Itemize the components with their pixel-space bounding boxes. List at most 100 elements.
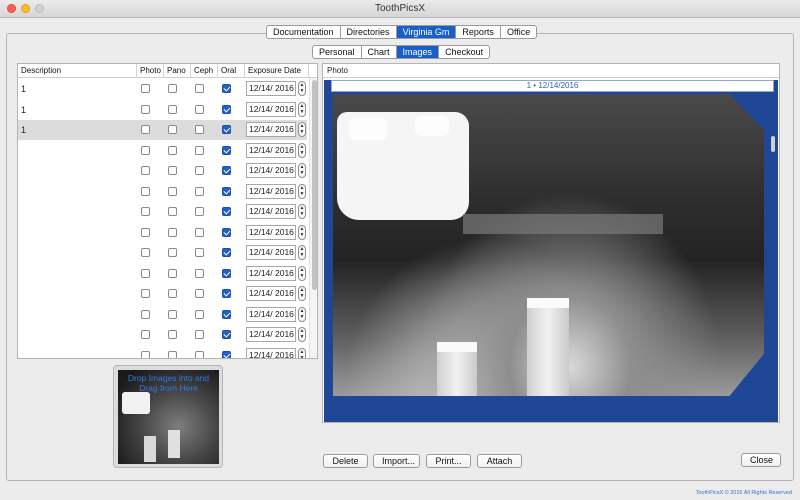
tab-documentation[interactable]: Documentation bbox=[267, 26, 341, 38]
pano-checkbox[interactable] bbox=[168, 268, 177, 278]
pano-checkbox[interactable] bbox=[168, 145, 177, 155]
pano-checkbox[interactable] bbox=[168, 350, 177, 358]
exposure-date-field[interactable]: 12/14/ 2016 bbox=[246, 163, 296, 178]
photo-checkbox[interactable] bbox=[141, 166, 150, 175]
photo-checkbox[interactable] bbox=[141, 248, 150, 257]
ceph-checkbox[interactable] bbox=[195, 186, 204, 196]
column-header-exposure-date[interactable]: Exposure Date bbox=[248, 66, 301, 75]
table-row[interactable]: 12/14/ 2016 ▲ ▼ bbox=[18, 202, 307, 222]
date-stepper-icon[interactable]: ▲ ▼ bbox=[298, 122, 306, 137]
ceph-checkbox[interactable] bbox=[195, 145, 204, 155]
table-row[interactable]: 12/14/ 2016 ▲ ▼ bbox=[18, 284, 307, 304]
import-button[interactable]: Import... bbox=[373, 454, 420, 468]
tab-virginia-gm[interactable]: Virginia Gm bbox=[396, 26, 457, 38]
pano-checkbox[interactable] bbox=[168, 289, 177, 298]
table-row[interactable]: 12/14/ 2016 ▲ ▼ bbox=[18, 223, 307, 243]
column-header-oral[interactable]: Oral bbox=[221, 66, 236, 75]
oral-checkbox[interactable] bbox=[222, 207, 231, 216]
date-stepper-icon[interactable]: ▲ ▼ bbox=[298, 101, 306, 117]
xray-image[interactable] bbox=[333, 94, 764, 396]
ceph-checkbox[interactable] bbox=[195, 227, 204, 237]
exposure-date-field[interactable]: 12/14/ 2016 bbox=[246, 204, 296, 219]
pano-checkbox[interactable] bbox=[168, 186, 177, 196]
table-row[interactable]: 12/14/ 2016 ▲ ▼ bbox=[18, 346, 307, 358]
ceph-checkbox[interactable] bbox=[195, 84, 204, 93]
photo-checkbox[interactable] bbox=[141, 207, 150, 216]
ceph-checkbox[interactable] bbox=[195, 289, 204, 298]
pano-checkbox[interactable] bbox=[168, 84, 177, 93]
subtab-chart[interactable]: Chart bbox=[362, 46, 397, 58]
date-stepper-icon[interactable]: ▲ ▼ bbox=[298, 347, 306, 358]
pano-checkbox[interactable] bbox=[168, 309, 177, 319]
oral-checkbox[interactable] bbox=[222, 186, 231, 196]
exposure-date-field[interactable]: 12/14/ 2016 bbox=[246, 142, 296, 158]
pano-checkbox[interactable] bbox=[168, 104, 177, 114]
exposure-date-field[interactable]: 12/14/ 2016 bbox=[246, 224, 296, 240]
photo-checkbox[interactable] bbox=[141, 330, 150, 339]
photo-scrollbar[interactable] bbox=[769, 98, 777, 398]
attach-button[interactable]: Attach bbox=[477, 454, 522, 468]
print-button[interactable]: Print... bbox=[426, 454, 471, 468]
table-scrollbar[interactable] bbox=[309, 78, 317, 358]
photo-checkbox[interactable] bbox=[141, 125, 150, 134]
column-header-ceph[interactable]: Ceph bbox=[194, 66, 213, 75]
oral-checkbox[interactable] bbox=[222, 350, 231, 358]
oral-checkbox[interactable] bbox=[222, 309, 231, 319]
table-row[interactable]: 12/14/ 2016 ▲ ▼ bbox=[18, 141, 307, 161]
table-row[interactable]: 1 12/14/ 2016 ▲ ▼ bbox=[18, 100, 307, 120]
ceph-checkbox[interactable] bbox=[195, 125, 204, 134]
ceph-checkbox[interactable] bbox=[195, 104, 204, 114]
table-row[interactable]: 1 12/14/ 2016 ▲ ▼ bbox=[18, 79, 307, 99]
photo-checkbox[interactable] bbox=[141, 84, 150, 93]
title-bar[interactable]: ToothPicsX bbox=[0, 0, 800, 18]
photo-checkbox[interactable] bbox=[141, 186, 150, 196]
table-row[interactable]: 12/14/ 2016 ▲ ▼ bbox=[18, 243, 307, 263]
close-button[interactable]: Close bbox=[741, 453, 781, 467]
exposure-date-field[interactable]: 12/14/ 2016 bbox=[246, 101, 296, 117]
subtab-personal[interactable]: Personal bbox=[313, 46, 362, 58]
date-stepper-icon[interactable]: ▲ ▼ bbox=[298, 245, 306, 260]
subtab-images[interactable]: Images bbox=[396, 46, 440, 58]
oral-checkbox[interactable] bbox=[222, 289, 231, 298]
oral-checkbox[interactable] bbox=[222, 268, 231, 278]
pano-checkbox[interactable] bbox=[168, 330, 177, 339]
oral-checkbox[interactable] bbox=[222, 227, 231, 237]
photo-checkbox[interactable] bbox=[141, 268, 150, 278]
table-scrollbar-knob[interactable] bbox=[312, 80, 317, 290]
exposure-date-field[interactable]: 12/14/ 2016 bbox=[246, 347, 296, 358]
tab-directories[interactable]: Directories bbox=[341, 26, 397, 38]
thumbnail-xray-image[interactable]: Drop Images into and Drag from Here bbox=[118, 370, 219, 464]
exposure-date-field[interactable]: 12/14/ 2016 bbox=[246, 306, 296, 322]
date-stepper-icon[interactable]: ▲ ▼ bbox=[298, 224, 306, 240]
ceph-checkbox[interactable] bbox=[195, 309, 204, 319]
ceph-checkbox[interactable] bbox=[195, 268, 204, 278]
photo-checkbox[interactable] bbox=[141, 309, 150, 319]
table-row[interactable]: 12/14/ 2016 ▲ ▼ bbox=[18, 182, 307, 202]
pano-checkbox[interactable] bbox=[168, 207, 177, 216]
ceph-checkbox[interactable] bbox=[195, 350, 204, 358]
photo-view[interactable]: 1 • 12/14/2016 bbox=[324, 80, 778, 422]
image-drop-zone[interactable]: Drop Images into and Drag from Here bbox=[113, 365, 223, 468]
exposure-date-field[interactable]: 12/14/ 2016 bbox=[246, 183, 296, 199]
photo-checkbox[interactable] bbox=[141, 227, 150, 237]
ceph-checkbox[interactable] bbox=[195, 166, 204, 175]
ceph-checkbox[interactable] bbox=[195, 330, 204, 339]
date-stepper-icon[interactable]: ▲ ▼ bbox=[298, 163, 306, 178]
photo-checkbox[interactable] bbox=[141, 350, 150, 358]
date-stepper-icon[interactable]: ▲ ▼ bbox=[298, 183, 306, 199]
date-stepper-icon[interactable]: ▲ ▼ bbox=[298, 306, 306, 322]
date-stepper-icon[interactable]: ▲ ▼ bbox=[298, 81, 306, 96]
date-stepper-icon[interactable]: ▲ ▼ bbox=[298, 327, 306, 342]
column-header-pano[interactable]: Pano bbox=[167, 66, 186, 75]
photo-checkbox[interactable] bbox=[141, 289, 150, 298]
oral-checkbox[interactable] bbox=[222, 104, 231, 114]
exposure-date-field[interactable]: 12/14/ 2016 bbox=[246, 245, 296, 260]
ceph-checkbox[interactable] bbox=[195, 248, 204, 257]
tab-office[interactable]: Office bbox=[501, 26, 536, 38]
oral-checkbox[interactable] bbox=[222, 166, 231, 175]
pano-checkbox[interactable] bbox=[168, 125, 177, 134]
table-row[interactable]: 12/14/ 2016 ▲ ▼ bbox=[18, 305, 307, 325]
oral-checkbox[interactable] bbox=[222, 330, 231, 339]
table-row[interactable]: 1 12/14/ 2016 ▲ ▼ bbox=[18, 120, 307, 140]
pano-checkbox[interactable] bbox=[168, 166, 177, 175]
